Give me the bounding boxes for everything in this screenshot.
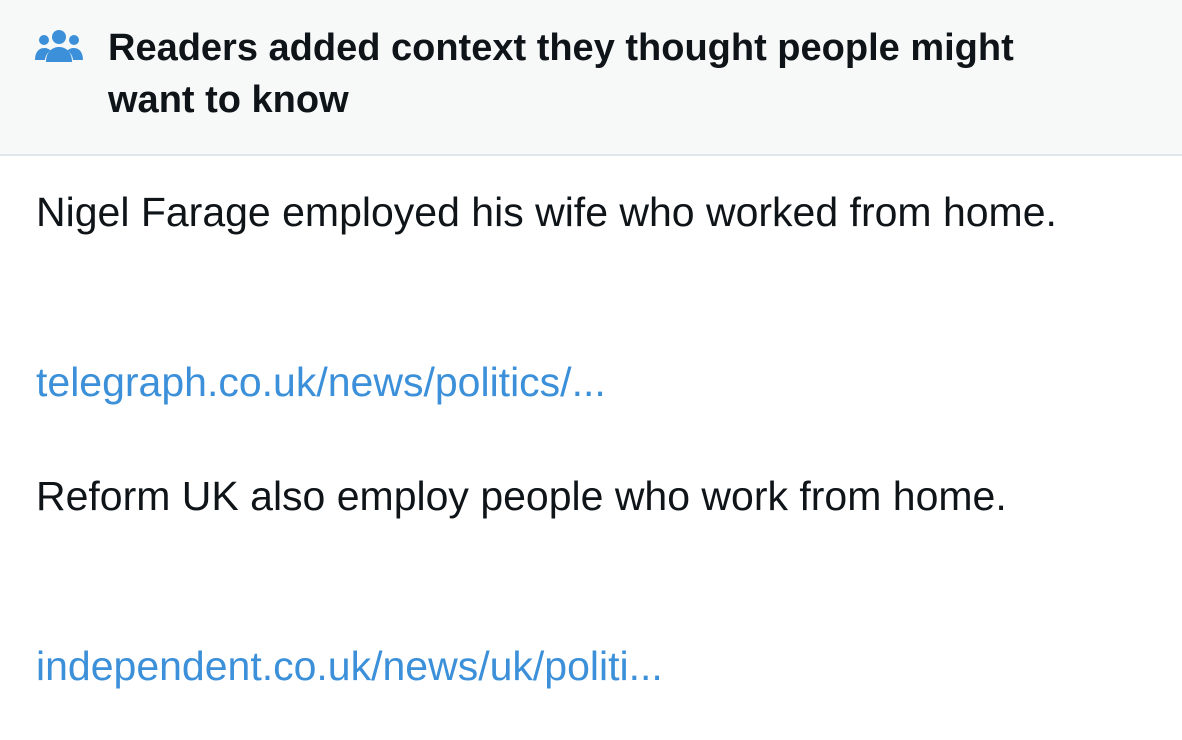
community-note-card: Readers added context they thought peopl… (0, 0, 1182, 740)
source-link-independent[interactable]: independent.co.uk/news/uk/politi... (36, 638, 663, 695)
note-header: Readers added context they thought peopl… (0, 0, 1182, 156)
people-group-icon (35, 30, 83, 62)
note-paragraph-1: Nigel Farage employed his wife who worke… (36, 189, 1057, 235)
note-header-title: Readers added context they thought peopl… (108, 27, 1014, 121)
source-link-telegraph[interactable]: telegraph.co.uk/news/politics/... (36, 354, 606, 411)
note-paragraph-2: Reform UK also employ people who work fr… (36, 473, 1007, 519)
